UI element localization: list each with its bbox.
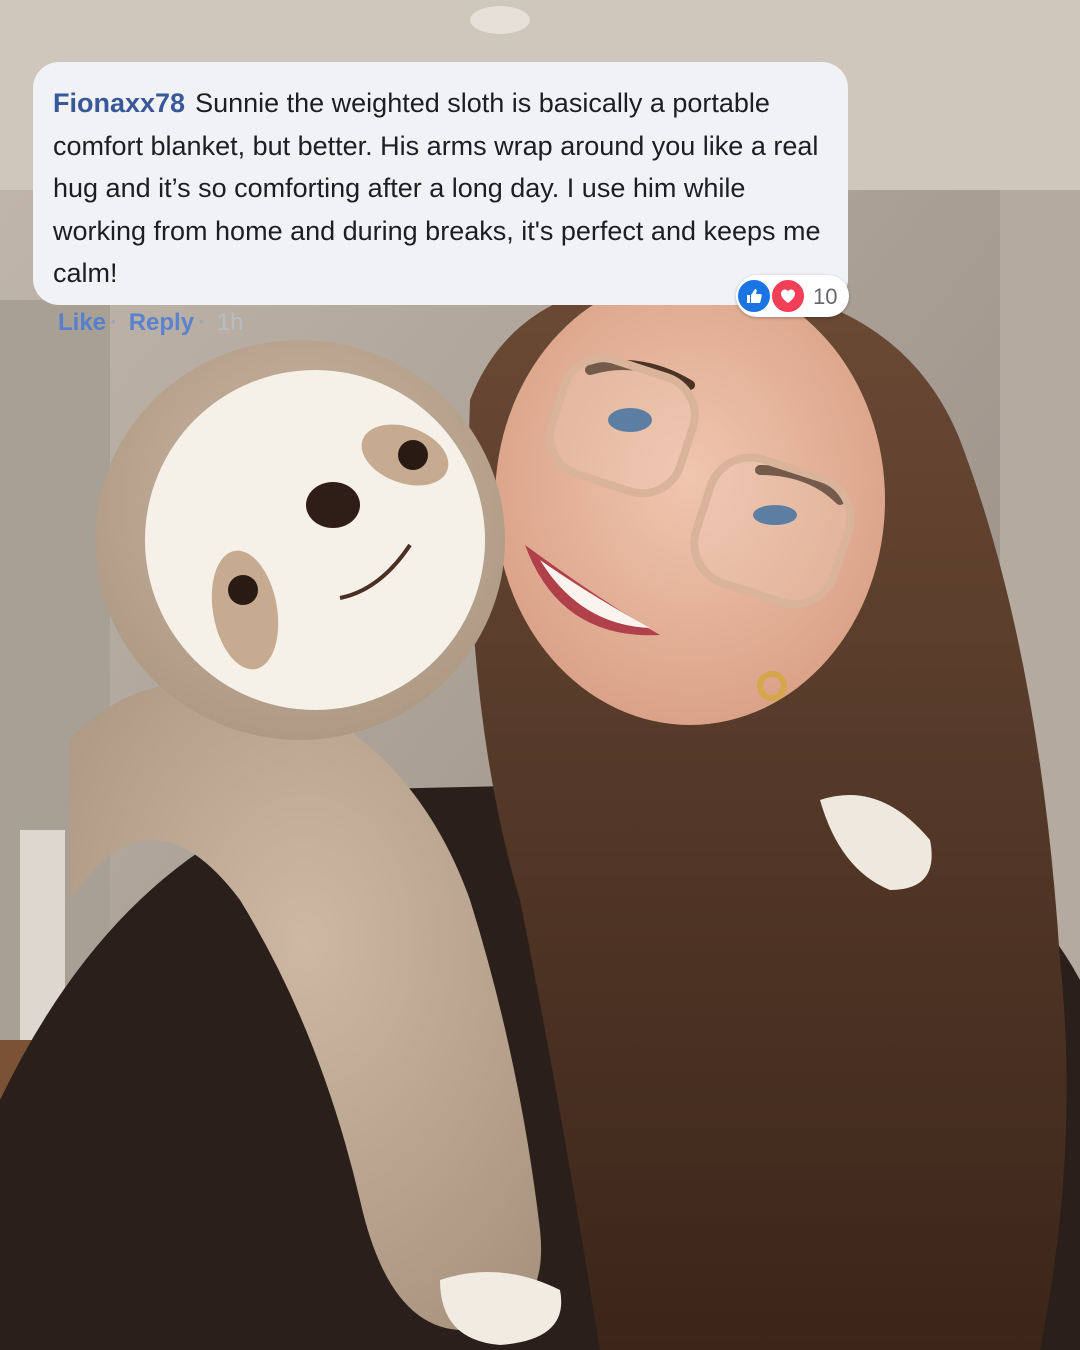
comment-body: Fionaxx78 Sunnie the weighted sloth is ba…: [53, 82, 824, 295]
comment-author[interactable]: Fionaxx78: [53, 88, 185, 118]
reactions-pill[interactable]: 10: [736, 275, 849, 317]
comment-bubble: Fionaxx78 Sunnie the weighted sloth is ba…: [33, 62, 848, 305]
comment-text: Sunnie the weighted sloth is basically a…: [53, 88, 821, 288]
separator: ·: [198, 309, 207, 336]
like-link[interactable]: Like: [58, 309, 106, 336]
reaction-count: 10: [813, 284, 838, 309]
love-icon: [770, 278, 806, 314]
reply-link[interactable]: Reply: [129, 309, 194, 336]
separator: ·: [110, 309, 119, 336]
comment-timestamp: 1h: [216, 309, 244, 336]
like-icon: [736, 278, 772, 314]
comment-actions: Like · Reply · 1h: [58, 309, 247, 337]
